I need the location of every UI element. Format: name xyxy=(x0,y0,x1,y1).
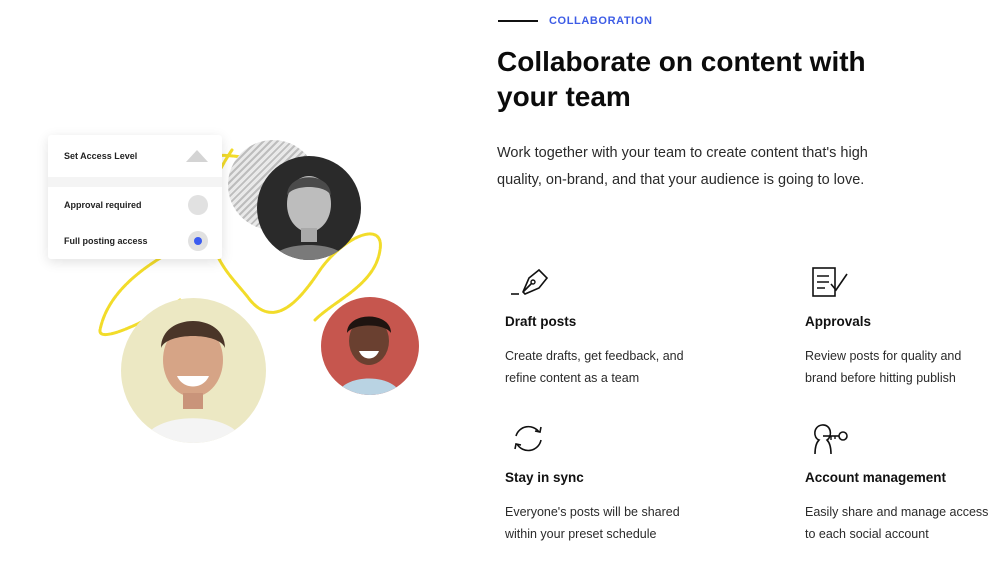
feature-description: Easily share and manage access to each s… xyxy=(805,505,989,541)
avatar-woman-laughing xyxy=(321,297,419,395)
option-approval-required[interactable]: Approval required xyxy=(48,187,222,223)
pen-nib-icon xyxy=(511,268,549,295)
access-level-title: Set Access Level xyxy=(64,151,138,161)
section-eyebrow: COLLABORATION xyxy=(549,15,653,27)
section-title: Collaborate on content with your team xyxy=(497,46,866,112)
yellow-scribble-decoration xyxy=(98,148,382,336)
avatar-woman-bw xyxy=(257,156,361,260)
feature-title: Draft posts xyxy=(505,314,577,329)
feature-title: Stay in sync xyxy=(505,470,584,485)
feature-description: Everyone's posts will be shared within y… xyxy=(505,505,680,541)
feature-title: Approvals xyxy=(805,314,872,329)
feature-title: Account management xyxy=(805,470,947,485)
section-description: Work together with your team to create c… xyxy=(497,145,868,188)
eyebrow-line xyxy=(498,20,538,22)
feature-description: Create drafts, get feedback, and refine … xyxy=(505,349,684,385)
feature-approvals: Approvals Review posts for quality and b… xyxy=(805,262,995,389)
key-user-icon xyxy=(814,424,848,455)
triangle-up-icon[interactable] xyxy=(186,150,208,162)
access-level-card: Set Access Level Approval required Full … xyxy=(48,135,222,259)
feature-description: Review posts for quality and brand befor… xyxy=(805,349,962,385)
feature-draft-posts: Draft posts Create drafts, get feedback,… xyxy=(505,262,695,389)
option-label: Approval required xyxy=(64,200,142,210)
option-label: Full posting access xyxy=(64,236,148,246)
sync-icon xyxy=(514,425,542,452)
checklist-icon xyxy=(812,267,848,297)
avatar-man-smiling xyxy=(121,298,266,443)
access-level-header[interactable]: Set Access Level xyxy=(48,135,222,177)
radio-unselected-icon[interactable] xyxy=(188,195,208,215)
team-illustration: Set Access Level Approval required Full … xyxy=(0,0,480,573)
option-full-posting-access[interactable]: Full posting access xyxy=(48,223,222,259)
radio-selected-icon[interactable] xyxy=(188,231,208,251)
divider xyxy=(48,177,222,187)
feature-account-management: Account management Easily share and mana… xyxy=(805,418,995,545)
feature-stay-in-sync: Stay in sync Everyone's posts will be sh… xyxy=(505,418,695,545)
